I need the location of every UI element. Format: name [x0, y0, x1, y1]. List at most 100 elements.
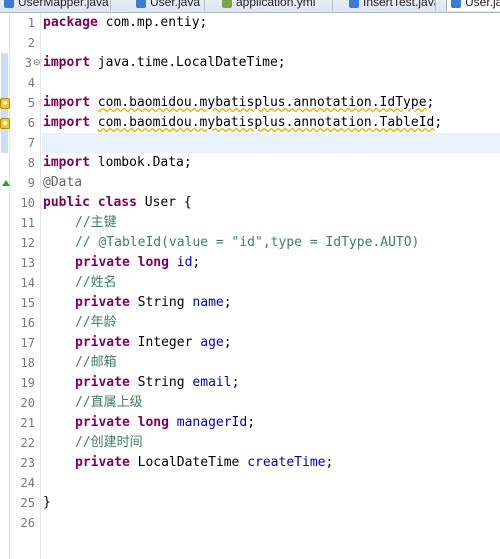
type-token: String — [129, 375, 193, 390]
code-line: 6 import com.baomidou.mybatisplus.annota… — [0, 113, 500, 133]
yml-file-icon — [222, 0, 232, 8]
keyword-token: long — [137, 415, 169, 430]
tab-label: UserMapper.java — [18, 0, 109, 9]
tab-user-java-active[interactable]: User.java — [446, 0, 500, 11]
code-text[interactable]: private long managerId; — [43, 413, 255, 433]
code-text[interactable]: private long id; — [43, 253, 200, 273]
plain-token: lombok.Data; — [89, 155, 192, 170]
field-token: id — [176, 255, 193, 270]
code-text[interactable]: //创建时间 — [43, 433, 143, 453]
code-line: 17 private Integer age; — [0, 333, 500, 353]
code-text[interactable]: //年龄 — [43, 313, 117, 333]
tab-application-yml[interactable]: application.yml — [218, 0, 333, 11]
code-line: 8 import lombok.Data; — [0, 153, 500, 173]
keyword-token: class — [97, 195, 137, 210]
java-file-icon — [349, 0, 359, 8]
code-text[interactable]: public class User { — [43, 193, 192, 213]
code-text[interactable]: import com.baomidou.mybatisplus.annotati… — [43, 93, 434, 113]
tab-label: User.java — [465, 0, 500, 9]
unused-import-token: com.baomidou.mybatisplus.annotation.Tabl… — [97, 115, 435, 130]
field-token: managerId — [176, 415, 248, 430]
tab-user-java[interactable]: User.java — [132, 0, 205, 11]
comment-token: // @TableId(value = "id",type = IdType.A… — [75, 235, 420, 250]
keyword-token: import — [43, 115, 90, 130]
closing-brace-token: } — [43, 495, 51, 510]
line-number: 14 — [20, 276, 35, 290]
override-arrow-icon[interactable] — [2, 180, 10, 186]
java-file-icon — [136, 0, 146, 8]
code-text[interactable]: //主键 — [43, 213, 117, 233]
keyword-token: package — [43, 15, 98, 30]
line-number: 20 — [20, 396, 35, 410]
line-number: 15 — [20, 296, 35, 310]
line-number: 1 — [27, 16, 35, 30]
code-line: 26 — [0, 513, 500, 533]
code-line: 25 } — [0, 493, 500, 513]
plain-token: ; — [247, 415, 256, 430]
plain-token: ; — [223, 295, 232, 310]
keyword-token: import — [43, 95, 90, 110]
keyword-token: private — [75, 335, 130, 350]
keyword-token: private — [75, 375, 130, 390]
code-text[interactable]: @Data — [43, 173, 82, 193]
code-text[interactable]: import lombok.Data; — [43, 153, 192, 173]
line-number: 11 — [20, 216, 35, 230]
code-text[interactable]: //直属上级 — [43, 393, 143, 413]
comment-token: //邮箱 — [75, 355, 117, 370]
code-text[interactable]: private String email; — [43, 373, 239, 393]
line-number: 8 — [27, 156, 35, 170]
current-line-highlight — [42, 133, 500, 153]
code-text[interactable]: //邮箱 — [43, 353, 117, 373]
code-text[interactable]: // @TableId(value = "id",type = IdType.A… — [43, 233, 419, 253]
code-line: 15 private String name; — [0, 293, 500, 313]
code-line: 2 — [0, 33, 500, 53]
code-text[interactable]: package com.mp.entiy; — [43, 13, 207, 33]
comment-token: //姓名 — [75, 275, 117, 290]
line-number: 7 — [27, 136, 35, 150]
field-token: name — [192, 295, 224, 310]
java-file-icon — [451, 0, 461, 8]
keyword-token: public — [43, 195, 90, 210]
line-number: 24 — [20, 476, 35, 490]
code-line: 23 private LocalDateTime createTime; — [0, 453, 500, 473]
code-text[interactable]: } — [43, 493, 51, 513]
code-text[interactable]: import com.baomidou.mybatisplus.annotati… — [43, 113, 442, 133]
warning-icon[interactable] — [0, 98, 10, 109]
code-line: 20 //直属上级 — [0, 393, 500, 413]
keyword-token: import — [43, 155, 90, 170]
comment-token: //主键 — [75, 215, 117, 230]
plain-token: User { — [136, 195, 192, 210]
code-line: 24 — [0, 473, 500, 493]
eclipse-editor-window: UserMapper.java User.java application.ym… — [0, 0, 500, 559]
tab-usermapper-java[interactable]: UserMapper.java — [0, 0, 111, 11]
fold-collapse-icon[interactable]: ⊖ — [33, 53, 41, 73]
code-line-current: 7 — [0, 133, 500, 153]
code-text[interactable]: import java.time.LocalDateTime; — [43, 53, 286, 73]
tab-label: application.yml — [236, 0, 316, 9]
code-line: 18 //邮箱 — [0, 353, 500, 373]
keyword-token: private — [75, 295, 130, 310]
line-number: 9 — [27, 176, 35, 190]
editor-tab-bar: UserMapper.java User.java application.ym… — [0, 0, 500, 13]
comment-token: //直属上级 — [75, 395, 143, 410]
line-number: 5 — [27, 96, 35, 110]
tab-inserttest-java[interactable]: InsertTest.java — [345, 0, 436, 11]
keyword-token: long — [137, 255, 169, 270]
plain-token: ; — [223, 335, 232, 350]
plain-token: ; — [231, 375, 240, 390]
code-text[interactable]: //姓名 — [43, 273, 117, 293]
change-marker — [1, 53, 8, 73]
code-text[interactable]: private String name; — [43, 293, 232, 313]
plain-token: java.time.LocalDateTime; — [89, 55, 286, 70]
code-text[interactable]: private LocalDateTime createTime; — [43, 453, 333, 473]
line-number: 19 — [20, 376, 35, 390]
code-text[interactable]: private Integer age; — [43, 333, 232, 353]
plain-token: ; — [192, 255, 201, 270]
code-line: 21 private long managerId; — [0, 413, 500, 433]
type-token: LocalDateTime — [129, 455, 248, 470]
code-line: 13 private long id; — [0, 253, 500, 273]
warning-icon[interactable] — [0, 118, 10, 129]
code-editor[interactable]: 1 package com.mp.entiy; 2 3 ⊖ import jav… — [0, 13, 500, 559]
field-token: age — [200, 335, 224, 350]
line-number: 10 — [20, 196, 35, 210]
